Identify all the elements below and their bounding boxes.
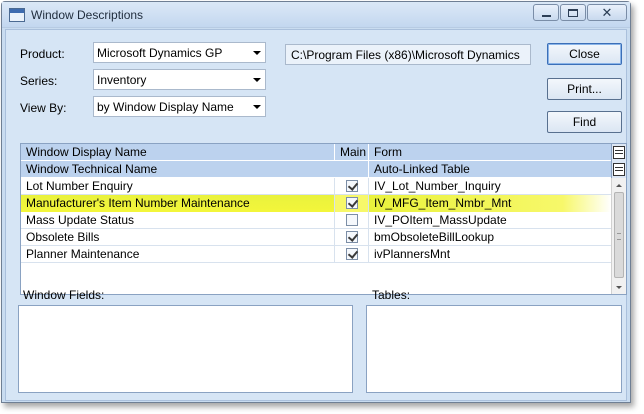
grid-vertical-scrollbar[interactable] — [611, 178, 626, 294]
main-checkbox[interactable] — [346, 180, 358, 192]
window-descriptions-dialog: Window Descriptions ✕ Product: Microsoft… — [1, 1, 631, 403]
table-row[interactable]: Obsolete Bills bmObsoleteBillLookup — [21, 229, 611, 246]
scrollbar-thumb[interactable] — [614, 192, 624, 278]
window-app-icon — [9, 8, 25, 22]
column-header-form[interactable]: Form — [369, 144, 611, 161]
tables-list[interactable] — [366, 305, 622, 393]
window-display-name-cell: Planner Maintenance — [21, 246, 335, 263]
window-display-name-cell: Mass Update Status — [21, 212, 335, 229]
maximize-icon — [568, 8, 578, 17]
window-close-button[interactable]: ✕ — [587, 4, 627, 21]
scroll-down-arrow-icon[interactable] — [612, 280, 626, 294]
dialog-content: Product: Microsoft Dynamics GP Series: I… — [5, 29, 627, 401]
main-checkbox[interactable] — [346, 231, 358, 243]
close-icon: ✕ — [601, 5, 613, 20]
main-checkbox[interactable] — [346, 197, 358, 209]
table-row[interactable]: Lot Number Enquiry IV_Lot_Number_Inquiry — [21, 178, 611, 195]
window-title: Window Descriptions — [31, 8, 144, 22]
product-value: Microsoft Dynamics GP — [97, 46, 223, 60]
series-label: Series: — [20, 74, 58, 88]
window-fields-label: Window Fields: — [23, 288, 105, 302]
product-path-value: C:\Program Files (x86)\Microsoft Dynamic… — [291, 48, 520, 62]
column-header-window-technical-name[interactable]: Window Technical Name — [21, 161, 369, 178]
tables-label: Tables: — [372, 288, 411, 302]
form-cell: IV_Lot_Number_Inquiry — [374, 179, 501, 193]
view-by-value: by Window Display Name — [97, 100, 234, 114]
product-path-field: C:\Program Files (x86)\Microsoft Dynamic… — [285, 44, 531, 65]
find-button[interactable]: Find — [547, 111, 622, 133]
grid-header: Window Display Name Main Form Window Tec… — [21, 144, 611, 178]
series-value: Inventory — [97, 73, 147, 87]
window-display-name-cell: Obsolete Bills — [21, 229, 335, 246]
title-bar[interactable]: Window Descriptions ✕ — [2, 2, 630, 28]
series-dropdown[interactable]: Inventory — [93, 69, 266, 90]
window-display-name-cell: Manufacturer's Item Number Maintenance — [21, 195, 335, 212]
close-button[interactable]: Close — [547, 43, 622, 65]
view-by-label: View By: — [20, 101, 67, 115]
window-descriptions-grid: Window Display Name Main Form Window Tec… — [20, 143, 627, 295]
table-row[interactable]: Manufacturer's Item Number Maintenance I… — [21, 195, 611, 212]
column-header-main[interactable]: Main — [335, 144, 369, 161]
table-row[interactable]: Mass Update Status IV_POItem_MassUpdate — [21, 212, 611, 229]
view-by-dropdown[interactable]: by Window Display Name — [93, 96, 266, 117]
collapse-rows-icon[interactable] — [613, 163, 625, 176]
main-checkbox[interactable] — [346, 214, 358, 226]
window-display-name-cell: Lot Number Enquiry — [21, 178, 335, 195]
form-cell: IV_POItem_MassUpdate — [374, 213, 507, 227]
maximize-button[interactable] — [560, 4, 586, 21]
scroll-up-arrow-icon[interactable] — [612, 178, 626, 192]
form-cell: IV_MFG_Item_Nmbr_Mnt — [369, 195, 611, 212]
chevron-down-icon[interactable] — [249, 43, 265, 62]
form-cell: ivPlannersMnt — [374, 247, 451, 261]
product-label: Product: — [20, 47, 65, 61]
grid-expand-buttons — [611, 144, 626, 178]
column-header-window-display-name[interactable]: Window Display Name — [21, 144, 335, 161]
minimize-button[interactable] — [533, 4, 559, 21]
print-button[interactable]: Print... — [547, 78, 622, 100]
window-fields-list[interactable] — [18, 305, 353, 393]
table-row[interactable]: Planner Maintenance ivPlannersMnt — [21, 246, 611, 263]
form-cell: bmObsoleteBillLookup — [374, 230, 495, 244]
product-dropdown[interactable]: Microsoft Dynamics GP — [93, 42, 266, 63]
expand-rows-icon[interactable] — [613, 146, 625, 159]
chevron-down-icon[interactable] — [249, 70, 265, 89]
main-checkbox[interactable] — [346, 248, 358, 260]
column-header-auto-linked-table[interactable]: Auto-Linked Table — [369, 161, 611, 178]
chevron-down-icon[interactable] — [249, 97, 265, 116]
minimize-icon — [541, 14, 551, 17]
